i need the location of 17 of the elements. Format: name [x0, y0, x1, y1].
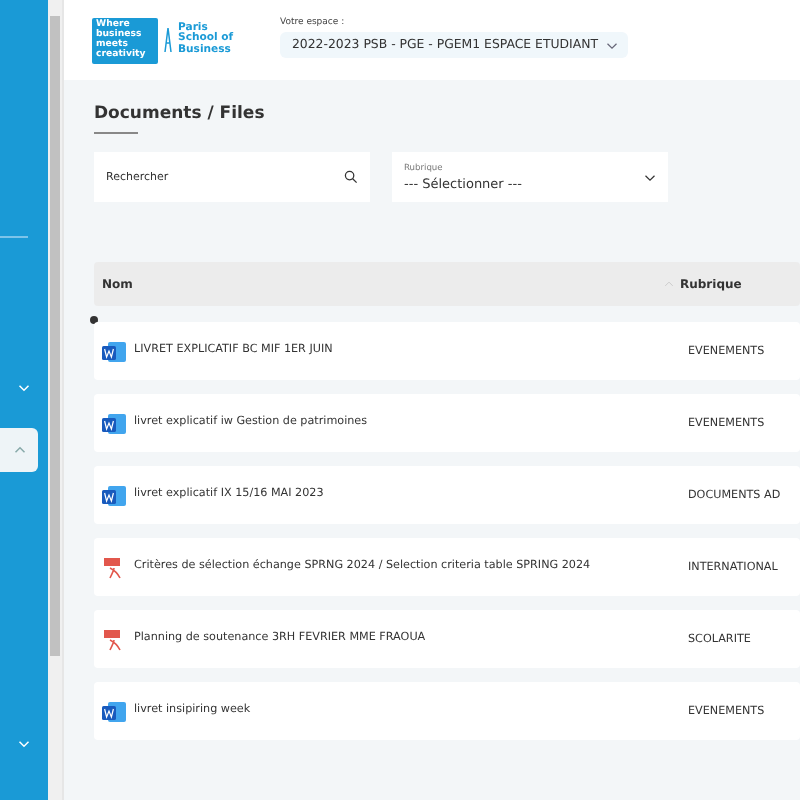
collapse-button[interactable]: [0, 428, 38, 472]
chevron-down-icon: [644, 173, 656, 181]
word-document-icon: [102, 339, 126, 363]
word-document-icon: [102, 411, 126, 435]
word-document-icon: [102, 483, 126, 507]
pdf-document-icon: [102, 555, 126, 579]
bullet-dot: [90, 316, 98, 324]
chevron-down-icon[interactable]: [18, 740, 30, 748]
chevron-down-icon: [605, 41, 618, 49]
chevron-down-icon[interactable]: [18, 384, 30, 392]
search-icon: [344, 170, 358, 184]
scrollbar-thumb[interactable]: [50, 16, 60, 656]
chevron-up-icon: [13, 446, 25, 454]
pdf-document-icon: [102, 627, 126, 651]
title-underline: [94, 132, 138, 134]
page-title: Documents / Files: [94, 104, 267, 124]
word-document-icon: [102, 699, 126, 723]
